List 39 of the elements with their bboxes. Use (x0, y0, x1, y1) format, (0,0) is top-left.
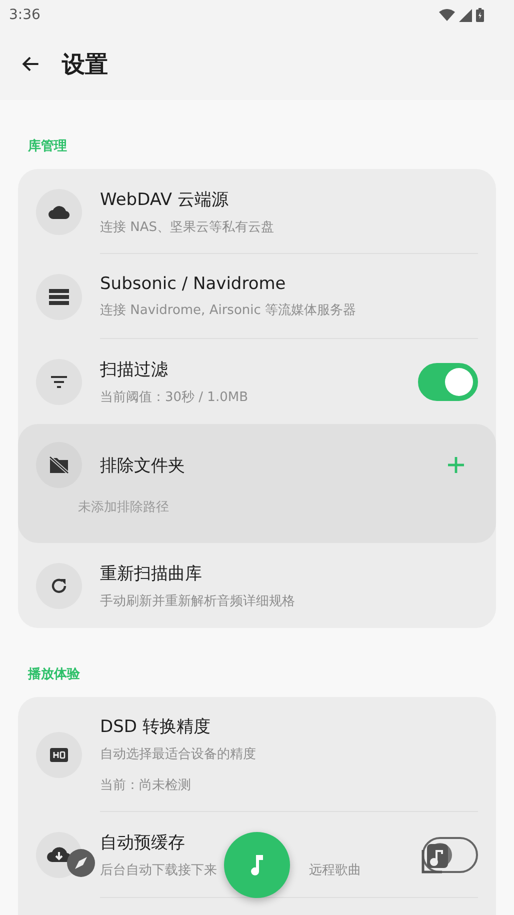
filter-icon (36, 358, 82, 404)
settings-row[interactable]: WebDAV 云端源 连接 NAS、坚果云等私有云盘 (18, 169, 496, 254)
status-time: 3:36 (9, 7, 40, 23)
setting-subtitle: 手动刷新并重新解析音频详细规格 (100, 592, 296, 610)
section-title: 库管理 (27, 138, 68, 156)
settings-row[interactable]: 重新扫描曲库 手动刷新并重新解析音频详细规格 (18, 543, 496, 628)
setting-subtitle: 当前阈值：30秒 / 1.0MB (100, 388, 249, 406)
toggle-switch[interactable] (418, 362, 478, 400)
battery-icon (476, 8, 484, 22)
plus-icon (446, 455, 466, 475)
signal-icon (459, 8, 472, 22)
section-title: 播放体验 (26, 666, 81, 684)
setting-subtitle: 连接 NAS、坚果云等私有云盘 (100, 218, 276, 236)
setting-title: 排除文件夹 (100, 454, 186, 476)
refresh-icon (36, 562, 82, 608)
settings-row[interactable]: 扫描过滤 当前阈值：30秒 / 1.0MB (18, 339, 496, 424)
page-title: 设置 (62, 50, 108, 80)
setting-subtitle: 自动选择最适合设备的精度 (100, 746, 257, 763)
setting-detail: 当前：尚未检测 (100, 777, 192, 794)
wifi-icon (439, 9, 455, 21)
settings-row[interactable]: 排除文件夹 未添加排除路径 (18, 424, 496, 543)
setting-title: 重新扫描曲库 (100, 562, 203, 584)
setting-subtitle: 远程歌曲 (309, 862, 361, 878)
empty-note: 未添加排除路径 (77, 499, 170, 516)
hq-icon (36, 732, 82, 778)
setting-title: 自动预缓存 (100, 832, 186, 854)
music-library-icon[interactable] (420, 842, 450, 876)
setting-title: DSD 转换精度 (100, 716, 212, 738)
setting-title: 扫描过滤 (100, 358, 169, 380)
compass-icon[interactable] (67, 849, 95, 877)
settings-row[interactable]: DSD 转换精度 自动选择最适合设备的精度 当前：尚未检测 (18, 697, 496, 812)
folder-off-icon (36, 442, 82, 488)
settings-row[interactable]: Subsonic / Navidrome 连接 Navidrome, Airsonic 等流媒体服务器 (18, 254, 496, 339)
setting-title: Subsonic / Navidrome (100, 274, 287, 294)
setting-subtitle: 后台自动下载接下来 (100, 862, 217, 878)
setting-subtitle: 连接 Navidrome, Airsonic 等流媒体服务器 (100, 302, 358, 319)
server-icon (36, 274, 82, 320)
cloud-icon (36, 188, 82, 234)
setting-title: WebDAV 云端源 (100, 188, 230, 210)
